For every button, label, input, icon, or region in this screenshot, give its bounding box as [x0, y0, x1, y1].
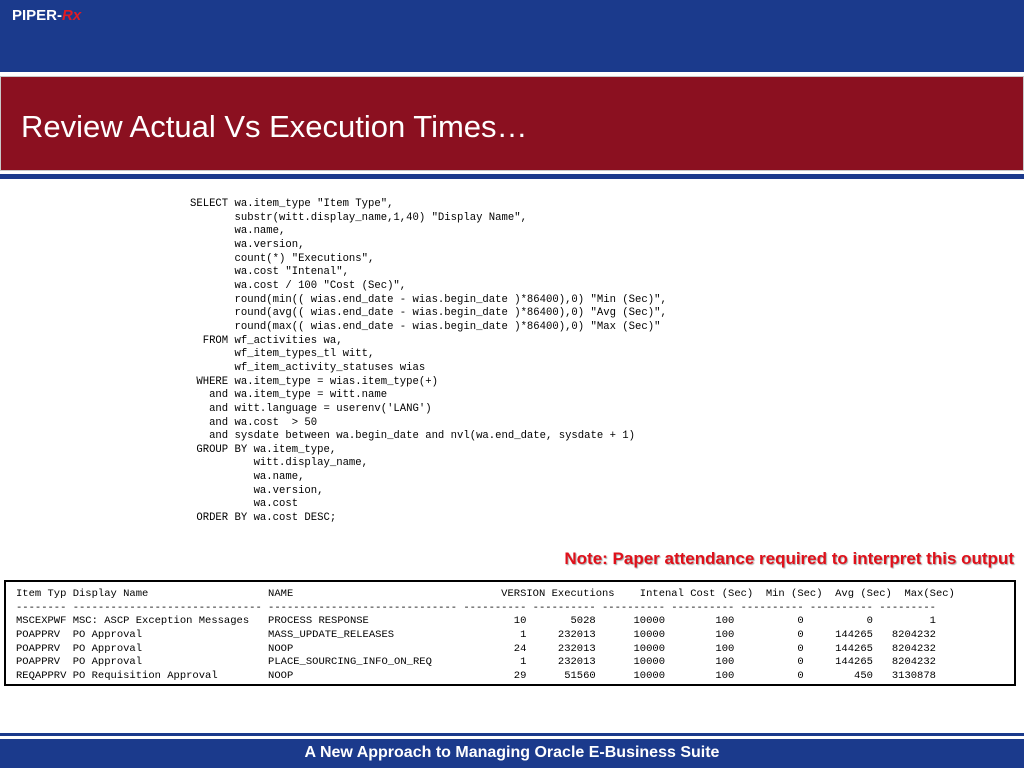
footer-text: A New Approach to Managing Oracle E-Busi…: [304, 744, 720, 761]
sql-line: and witt.language = userenv('LANG'): [190, 402, 432, 415]
sql-line: and sysdate between wa.begin_date and nv…: [190, 430, 636, 443]
sql-line: round(min(( wias.end_date - wias.begin_d…: [190, 293, 667, 306]
sql-line: wa.name,: [190, 225, 286, 238]
sql-line: wa.cost "Intenal",: [190, 266, 349, 279]
sql-line: wa.name,: [190, 471, 305, 484]
sql-line: SELECT wa.item_type "Item Type",: [190, 198, 394, 210]
footer-bar: A New Approach to Managing Oracle E-Busi…: [0, 739, 1024, 768]
sql-line: wa.cost / 100 "Cost (Sec)",: [190, 279, 407, 292]
results-line: MSCEXPWF MSC: ASCP Exception Messages PR…: [16, 615, 936, 628]
title-divider: [0, 174, 1024, 179]
query-results-table: Item Typ Display Name NAME VERSION Execu…: [16, 588, 955, 684]
results-line: POAPPRV PO Approval NOOP 24 232013 10000…: [16, 642, 936, 655]
sql-line: witt.display_name,: [190, 457, 369, 470]
sql-line: FROM wf_activities wa,: [190, 334, 343, 347]
sql-line: wa.version,: [190, 484, 324, 497]
sql-line: wa.cost: [190, 498, 299, 511]
sql-line: count(*) "Executions",: [190, 252, 375, 265]
brand-prefix: PIPER-: [12, 7, 63, 24]
sql-line: wa.version,: [190, 238, 305, 251]
sql-line: GROUP BY wa.item_type,: [190, 443, 337, 456]
results-line: REQAPPRV PO Requisition Approval NOOP 29…: [16, 669, 936, 682]
brand-suffix: Rx: [62, 7, 82, 24]
results-line: Item Typ Display Name NAME VERSION Execu…: [16, 588, 955, 600]
sql-line: round(max(( wias.end_date - wias.begin_d…: [190, 320, 661, 333]
sql-line: wf_item_activity_statuses wias: [190, 361, 426, 374]
sql-line: wf_item_types_tl witt,: [190, 348, 375, 361]
query-results-box: Item Typ Display Name NAME VERSION Execu…: [4, 580, 1016, 686]
sql-line: WHERE wa.item_type = wias.item_type(+): [190, 375, 438, 388]
results-line: -------- ------------------------------ …: [16, 601, 936, 614]
sql-line: substr(witt.display_name,1,40) "Display …: [190, 211, 527, 224]
title-panel: Review Actual Vs Execution Times…: [0, 76, 1024, 171]
sql-line: and wa.item_type = witt.name: [190, 389, 388, 402]
footer-divider: [0, 733, 1024, 736]
brand-logo: PIPER-Rx: [12, 7, 81, 24]
note-text: Note: Paper attendance required to inter…: [564, 549, 1014, 568]
sql-line: and wa.cost > 50: [190, 416, 318, 429]
top-header-bar: PIPER-Rx: [0, 0, 1024, 72]
results-line: POAPPRV PO Approval MASS_UPDATE_RELEASES…: [16, 628, 936, 641]
sql-line: ORDER BY wa.cost DESC;: [190, 512, 337, 525]
slide-title: Review Actual Vs Execution Times…: [21, 109, 528, 144]
sql-line: round(avg(( wias.end_date - wias.begin_d…: [190, 307, 667, 320]
sql-query-block: SELECT wa.item_type "Item Type", substr(…: [190, 198, 667, 526]
results-line: POAPPRV PO Approval PLACE_SOURCING_INFO_…: [16, 656, 936, 669]
